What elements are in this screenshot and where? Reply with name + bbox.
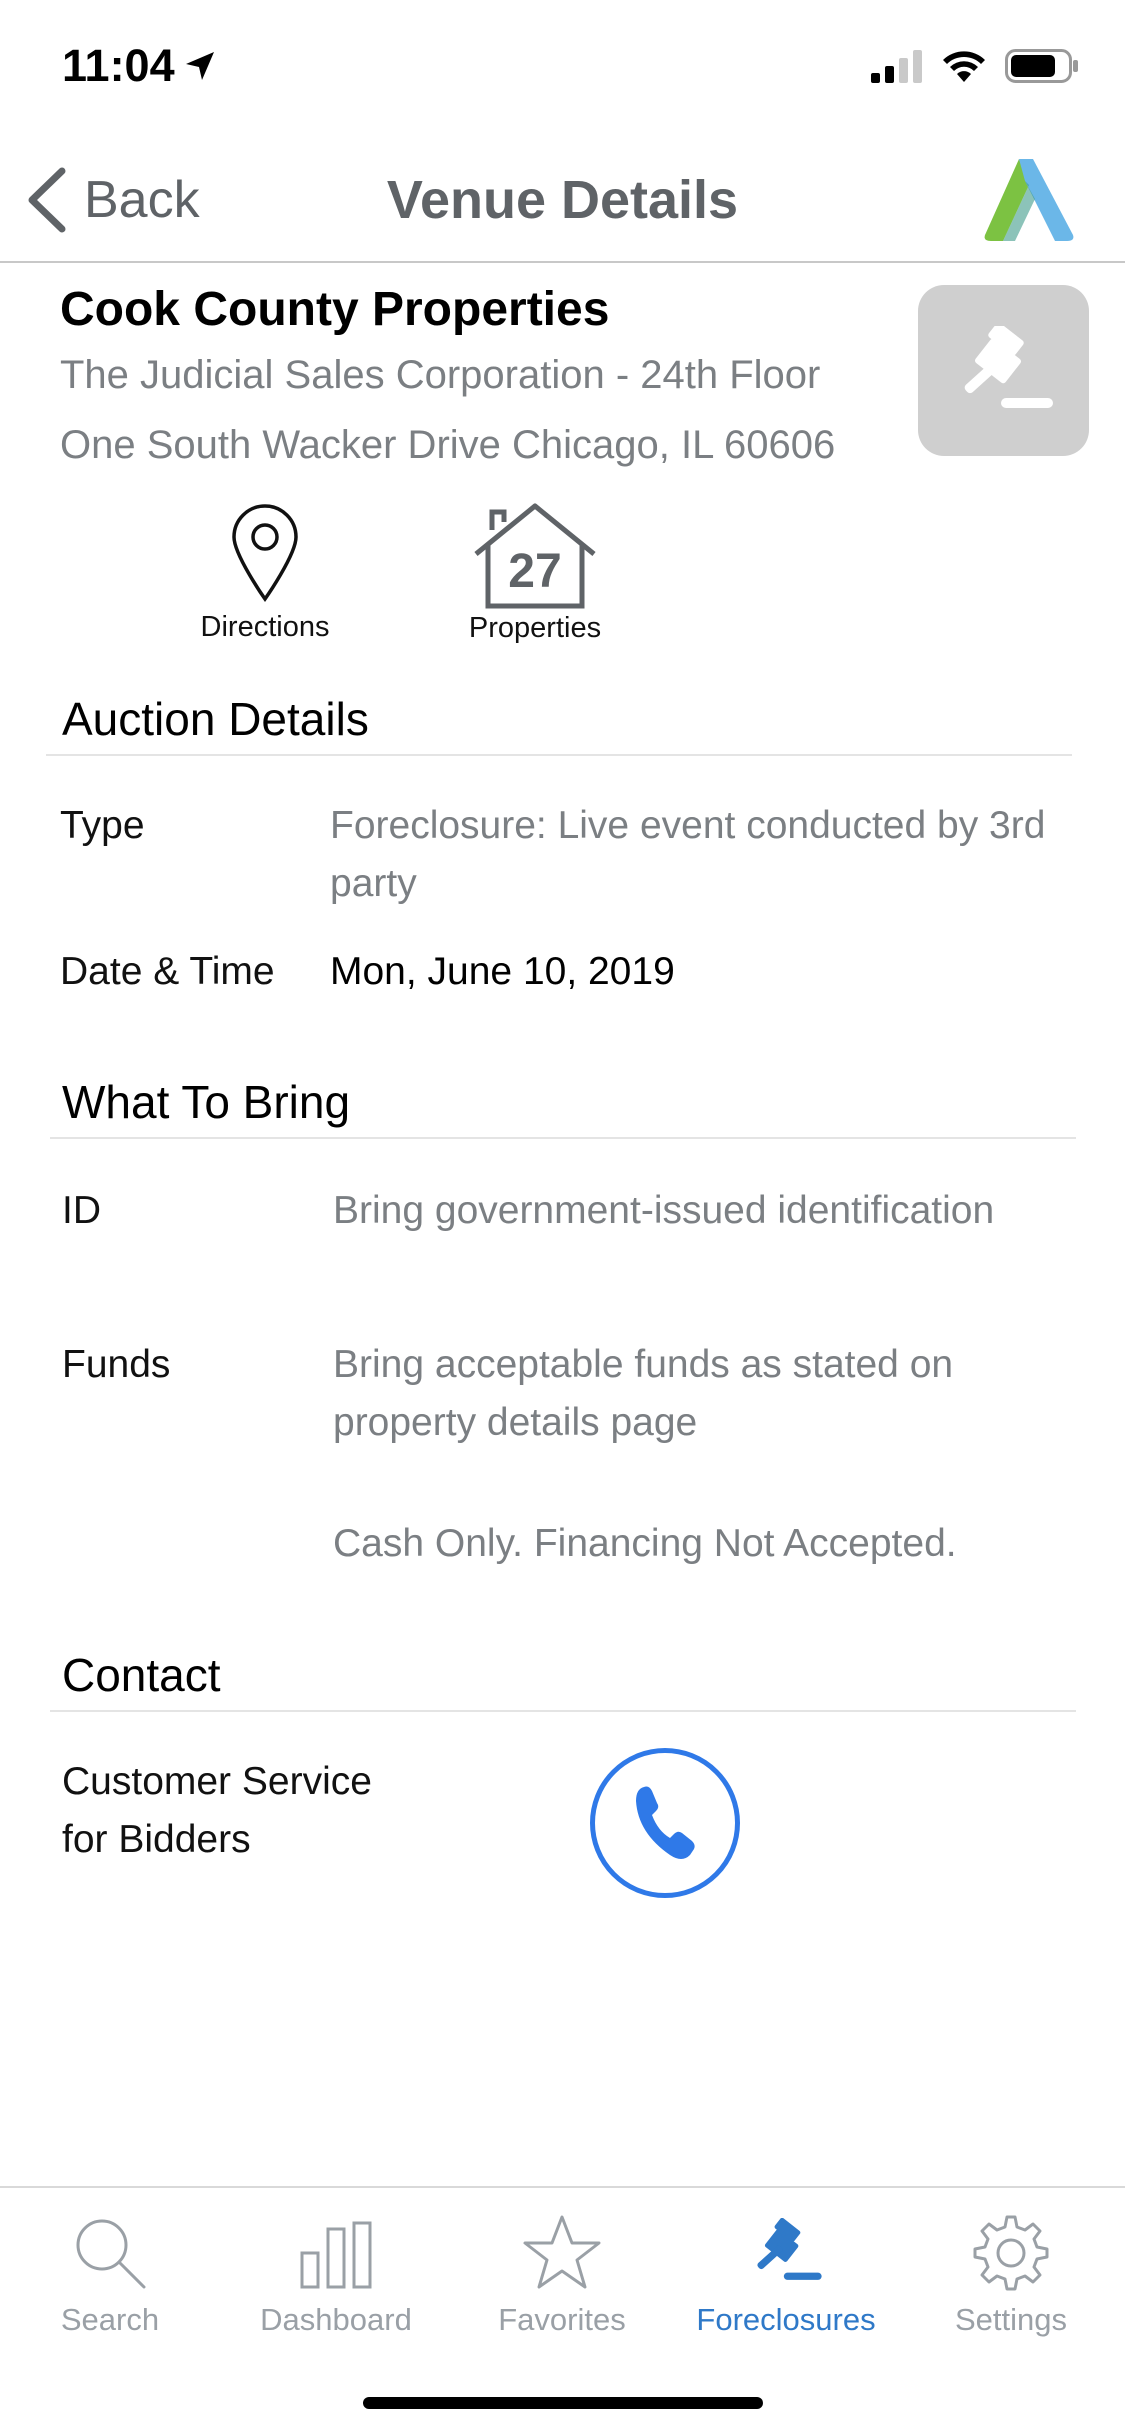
properties-button[interactable]: 27 Properties — [450, 500, 620, 645]
venue-address-line2: One South Wacker Drive Chicago, IL 60606 — [60, 423, 836, 467]
status-time: 11:04 — [62, 40, 217, 92]
auction-details-title: Auction Details — [62, 693, 369, 745]
tab-settings[interactable]: Settings — [911, 2208, 1111, 2338]
call-button[interactable] — [590, 1748, 740, 1898]
battery-icon — [1005, 49, 1078, 83]
type-value: Foreclosure: Live event conducted by 3rd… — [330, 804, 1046, 905]
page-title: Venue Details — [386, 170, 739, 230]
tab-dashboard-label: Dashboard — [260, 2302, 412, 2337]
signal-icon — [871, 50, 922, 83]
venue-name: Cook County Properties — [60, 283, 610, 336]
brand-logo — [984, 159, 1074, 241]
what-to-bring-title: What To Bring — [62, 1076, 351, 1128]
divider — [50, 1710, 1076, 1712]
tab-settings-label: Settings — [954, 2302, 1067, 2337]
funds-value: Bring acceptable funds as stated on prop… — [333, 1343, 954, 1444]
tab-favorites[interactable]: Favorites — [462, 2208, 662, 2338]
contact-label-line1: Customer Service — [62, 1760, 372, 1803]
map-pin-icon — [232, 504, 298, 603]
location-arrow-icon — [185, 52, 214, 80]
star-icon — [523, 2215, 601, 2289]
phone-icon — [636, 1786, 695, 1859]
divider — [46, 754, 1072, 756]
funds-label: Funds — [62, 1343, 171, 1386]
directions-label: Directions — [200, 611, 330, 643]
tab-bar: Search Dashboard Favorites Foreclosures … — [0, 2186, 1125, 2436]
venue-address-line1: The Judicial Sales Corporation - 24th Fl… — [60, 353, 821, 397]
contact-label-line2: for Bidders — [62, 1818, 251, 1861]
status-bar: 11:04 — [0, 0, 1125, 135]
id-value: Bring government-issued identification — [333, 1189, 995, 1232]
house-icon: 27 — [470, 500, 600, 612]
tab-search-label: Search — [60, 2302, 160, 2337]
datetime-label: Date & Time — [60, 950, 275, 993]
contact-label: Customer Service for Bidders — [62, 1753, 372, 1869]
tab-search[interactable]: Search — [10, 2208, 210, 2338]
gear-icon — [973, 2215, 1049, 2291]
search-icon — [76, 2219, 146, 2289]
id-label: ID — [62, 1189, 101, 1232]
contact-title: Contact — [62, 1649, 221, 1701]
nav-bar: Back Venue Details — [0, 135, 1125, 263]
divider — [50, 1137, 1076, 1139]
tab-dashboard[interactable]: Dashboard — [236, 2208, 436, 2338]
venue-gavel-image — [918, 285, 1089, 456]
properties-label: Properties — [468, 612, 602, 644]
tab-foreclosures-label: Foreclosures — [696, 2302, 876, 2337]
status-icons — [871, 48, 1079, 84]
directions-button[interactable]: Directions — [185, 503, 345, 644]
wifi-icon — [943, 51, 985, 82]
home-indicator[interactable] — [363, 2397, 763, 2409]
funds-note: Cash Only. Financing Not Accepted. — [333, 1522, 957, 1565]
datetime-value: Mon, June 10, 2019 — [330, 950, 675, 993]
bar-chart-icon — [300, 2221, 372, 2289]
tab-foreclosures[interactable]: Foreclosures — [686, 2208, 886, 2338]
gavel-icon — [757, 2218, 822, 2280]
type-label: Type — [60, 804, 145, 847]
status-time-text: 11:04 — [62, 40, 175, 91]
properties-count: 27 — [508, 545, 562, 598]
tab-favorites-label: Favorites — [498, 2302, 626, 2337]
gavel-icon — [964, 325, 1053, 408]
